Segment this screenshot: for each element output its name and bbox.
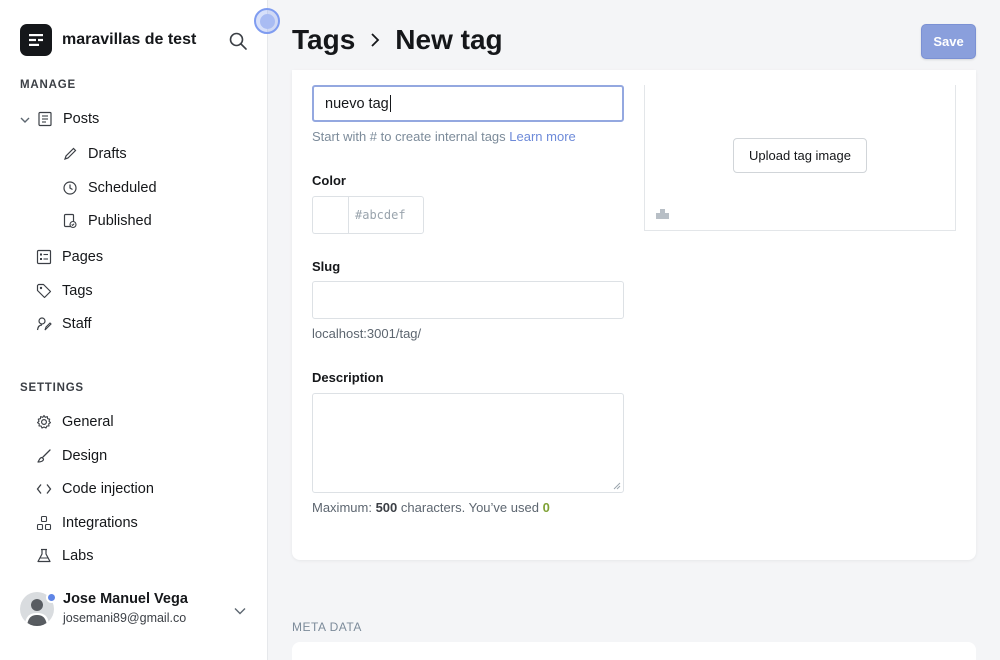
sidebar-item-label: Scheduled	[88, 180, 157, 196]
pages-icon	[35, 248, 53, 266]
clock-icon	[61, 179, 79, 197]
name-hint-text: Start with # to create internal tags	[312, 129, 506, 144]
slug-label: Slug	[312, 259, 341, 274]
counter-used: 0	[542, 500, 550, 515]
sidebar-item-pages[interactable]: Pages	[35, 246, 103, 268]
sidebar-item-label: Staff	[62, 316, 92, 332]
sidebar-item-code-injection[interactable]: Code injection	[35, 478, 154, 500]
upload-tag-image-button[interactable]: Upload tag image	[733, 138, 867, 173]
staff-icon	[35, 315, 53, 333]
brand[interactable]: maravillas de test	[20, 24, 196, 56]
flask-icon	[35, 547, 53, 565]
posts-expand-chevron-icon[interactable]	[19, 113, 31, 125]
save-button[interactable]: Save	[921, 24, 976, 59]
sidebar-item-drafts[interactable]: Drafts	[61, 143, 127, 165]
learn-more-link[interactable]: Learn more	[509, 129, 575, 144]
sidebar-item-label: General	[62, 414, 114, 430]
name-hint: Start with # to create internal tags Lea…	[312, 129, 576, 144]
published-icon	[61, 212, 79, 230]
sidebar-item-scheduled[interactable]: Scheduled	[61, 177, 157, 199]
sidebar-item-label: Code injection	[62, 481, 154, 497]
sidebar-item-staff[interactable]: Staff	[35, 313, 92, 335]
sidebar-item-design[interactable]: Design	[35, 445, 107, 467]
sidebar-item-label: Drafts	[88, 146, 127, 162]
tag-form-card: nuevo tag Start with # to create interna…	[292, 70, 976, 560]
description-counter: Maximum: 500 characters. You’ve used 0	[312, 500, 550, 515]
counter-max: 500	[375, 500, 398, 515]
meta-data-card	[292, 642, 976, 660]
sidebar-item-label: Integrations	[62, 515, 138, 531]
sidebar-item-label: Published	[88, 213, 152, 229]
color-hex-input[interactable]: #abcdef	[348, 196, 424, 234]
sidebar-item-labs[interactable]: Labs	[35, 545, 93, 567]
tag-image-panel: Upload tag image	[644, 85, 956, 231]
tag-icon	[35, 282, 53, 300]
color-label: Color	[312, 173, 346, 188]
user-name: Jose Manuel Vega	[63, 591, 188, 607]
sidebar: maravillas de test MANAGE Posts Drafts S…	[0, 0, 268, 660]
image-icon	[655, 206, 671, 220]
sidebar-item-published[interactable]: Published	[61, 210, 152, 232]
chevron-down-icon[interactable]	[233, 604, 247, 618]
sidebar-item-tags[interactable]: Tags	[35, 280, 93, 302]
sidebar-item-general[interactable]: General	[35, 411, 114, 433]
description-textarea[interactable]	[312, 393, 624, 493]
description-label: Description	[312, 370, 384, 385]
posts-icon	[36, 110, 54, 128]
sidebar-item-label: Tags	[62, 283, 93, 299]
main-content: Tags New tag Save nuevo tag Start with #…	[268, 0, 1000, 660]
sidebar-item-label: Pages	[62, 249, 104, 265]
color-hex-placeholder: #abcdef	[355, 208, 406, 222]
color-swatch[interactable]	[312, 196, 349, 234]
user-info: Jose Manuel Vega josemani89@gmail.co	[63, 591, 188, 625]
search-icon[interactable]	[228, 31, 248, 51]
sidebar-item-label: Labs	[62, 548, 94, 564]
brush-icon	[35, 447, 53, 465]
section-label-manage: MANAGE	[20, 79, 76, 91]
counter-middle: characters. You’ve used	[400, 500, 539, 515]
page-title: New tag	[395, 24, 503, 55]
user-email: josemani89@gmail.co	[63, 611, 187, 625]
slug-hint: localhost:3001/tag/	[312, 326, 422, 341]
gear-icon	[35, 413, 53, 431]
counter-prefix: Maximum:	[312, 500, 372, 515]
brand-name: maravillas de test	[62, 31, 197, 48]
tag-name-input[interactable]: nuevo tag	[312, 85, 624, 122]
breadcrumb-parent-link[interactable]: Tags	[292, 24, 355, 56]
pencil-icon	[61, 145, 79, 163]
meta-data-section-label: META DATA	[292, 620, 362, 634]
resize-handle-icon[interactable]	[613, 482, 621, 490]
integrations-icon	[35, 514, 53, 532]
breadcrumb: Tags New tag	[292, 24, 503, 56]
notification-dot	[46, 592, 57, 603]
sidebar-item-posts[interactable]: Posts	[36, 108, 99, 130]
brand-logo-icon	[20, 24, 52, 56]
sidebar-item-integrations[interactable]: Integrations	[35, 512, 138, 534]
sidebar-item-label: Design	[62, 448, 108, 464]
tag-name-value: nuevo tag	[325, 95, 389, 112]
code-icon	[35, 480, 53, 498]
sidebar-item-label: Posts	[63, 111, 100, 127]
section-label-settings: SETTINGS	[20, 382, 84, 394]
chevron-right-icon	[367, 32, 383, 48]
slug-input[interactable]	[312, 281, 624, 319]
